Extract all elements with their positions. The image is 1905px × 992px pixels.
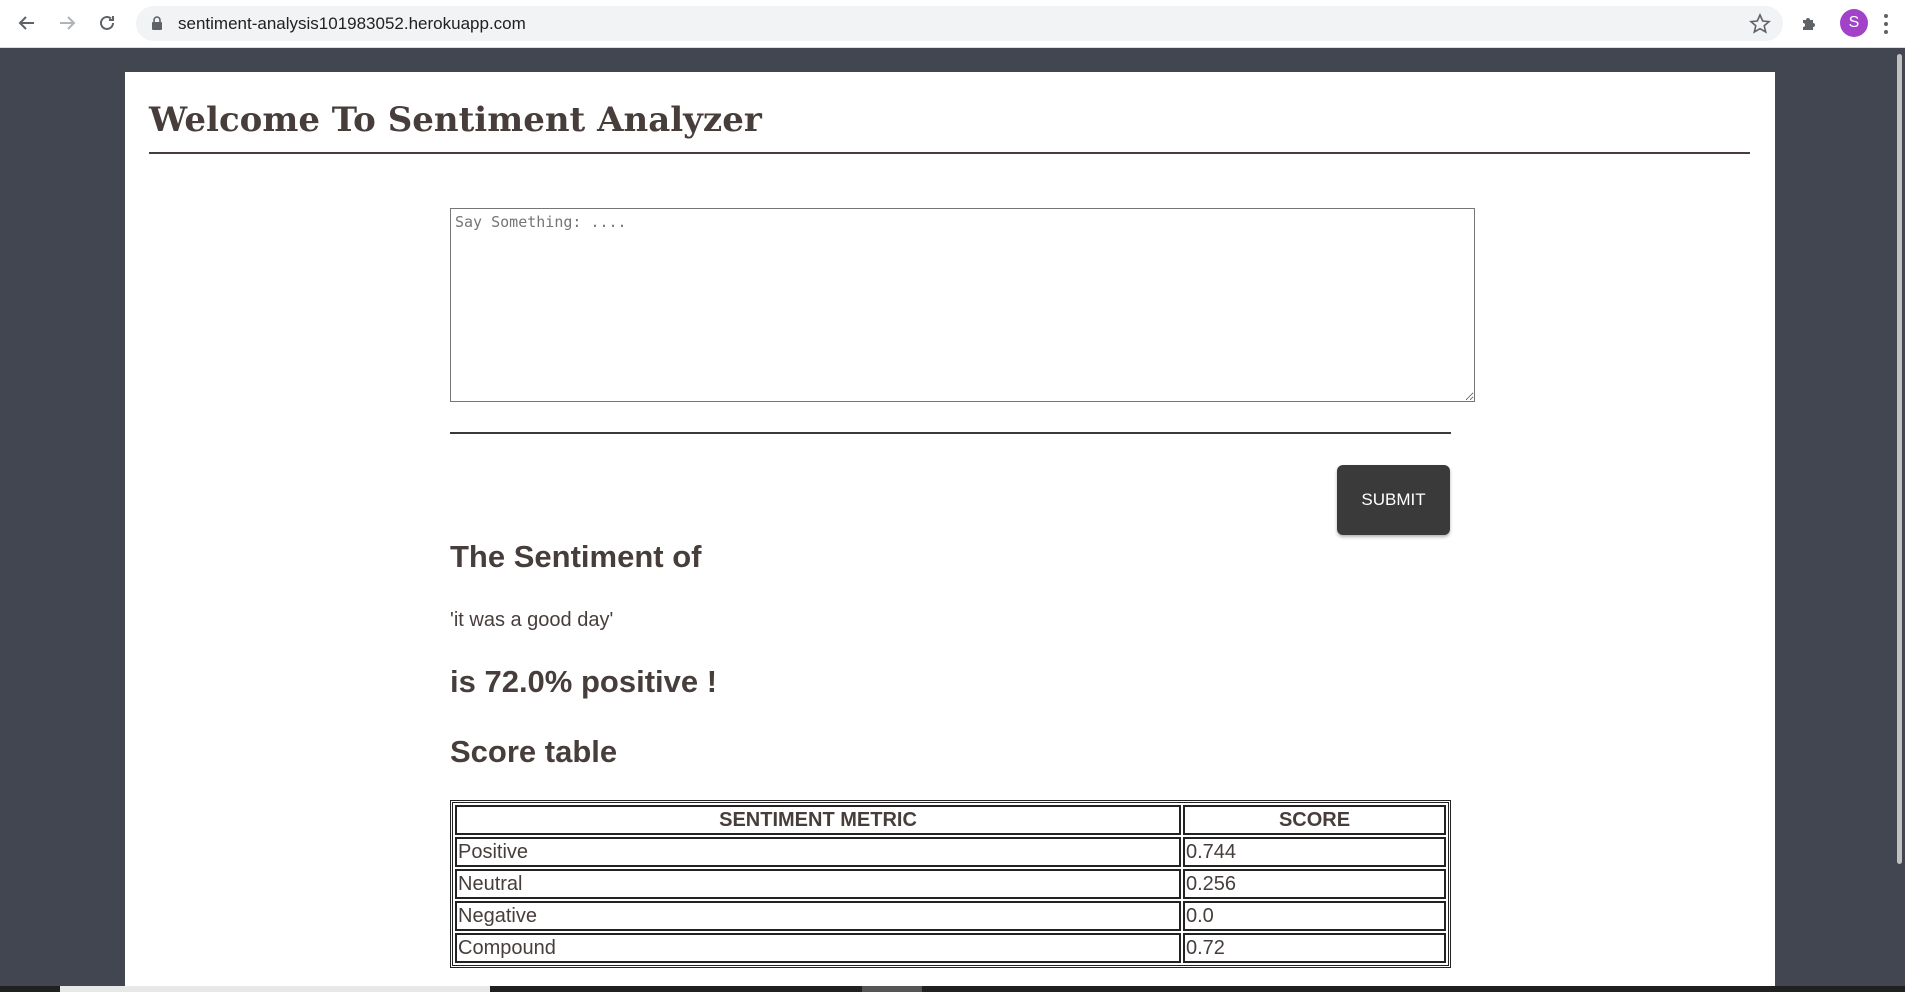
metric-cell: Negative <box>455 901 1181 931</box>
table-row: Compound 0.72 <box>455 933 1446 963</box>
score-table: SENTIMENT METRIC SCORE Positive 0.744 Ne… <box>450 800 1451 968</box>
menu-dots-icon[interactable] <box>1882 12 1890 36</box>
taskbar-segment <box>60 986 490 992</box>
extensions-icon[interactable] <box>1799 12 1821 34</box>
taskbar-segment <box>862 986 922 992</box>
star-icon[interactable] <box>1749 13 1771 35</box>
content-card: Welcome To Sentiment Analyzer SUBMIT The… <box>125 72 1775 992</box>
address-bar[interactable]: sentiment-analysis101983052.herokuapp.co… <box>136 6 1783 41</box>
reload-icon[interactable] <box>92 8 122 38</box>
score-cell: 0.744 <box>1183 837 1446 867</box>
form-divider <box>450 432 1451 434</box>
scrollbar-thumb[interactable] <box>1897 54 1902 864</box>
table-row: Positive 0.744 <box>455 837 1446 867</box>
metric-column-header: SENTIMENT METRIC <box>455 805 1181 835</box>
table-row: Negative 0.0 <box>455 901 1446 931</box>
forward-arrow-icon[interactable] <box>52 8 82 38</box>
sentiment-heading: The Sentiment of <box>450 539 702 574</box>
lock-icon[interactable] <box>150 16 164 30</box>
table-header-row: SENTIMENT METRIC SCORE <box>455 805 1446 835</box>
metric-cell: Neutral <box>455 869 1181 899</box>
submit-button[interactable]: SUBMIT <box>1337 465 1450 535</box>
profile-avatar[interactable]: S <box>1840 9 1868 37</box>
analyzed-text: 'it was a good day' <box>450 609 614 631</box>
score-table-heading: Score table <box>450 734 618 769</box>
sentiment-input[interactable] <box>450 208 1475 402</box>
metric-cell: Compound <box>455 933 1181 963</box>
back-arrow-icon[interactable] <box>12 8 42 38</box>
table-row: Neutral 0.256 <box>455 869 1446 899</box>
vertical-scrollbar[interactable] <box>1895 48 1905 992</box>
score-cell: 0.0 <box>1183 901 1446 931</box>
title-divider <box>149 152 1750 154</box>
page-title: Welcome To Sentiment Analyzer <box>149 100 762 140</box>
score-cell: 0.72 <box>1183 933 1446 963</box>
browser-toolbar: sentiment-analysis101983052.herokuapp.co… <box>0 0 1905 48</box>
score-column-header: SCORE <box>1183 805 1446 835</box>
metric-cell: Positive <box>455 837 1181 867</box>
sentiment-result: is 72.0% positive ! <box>450 664 718 699</box>
score-cell: 0.256 <box>1183 869 1446 899</box>
taskbar-strip <box>0 986 1905 992</box>
url-text[interactable]: sentiment-analysis101983052.herokuapp.co… <box>178 6 526 41</box>
